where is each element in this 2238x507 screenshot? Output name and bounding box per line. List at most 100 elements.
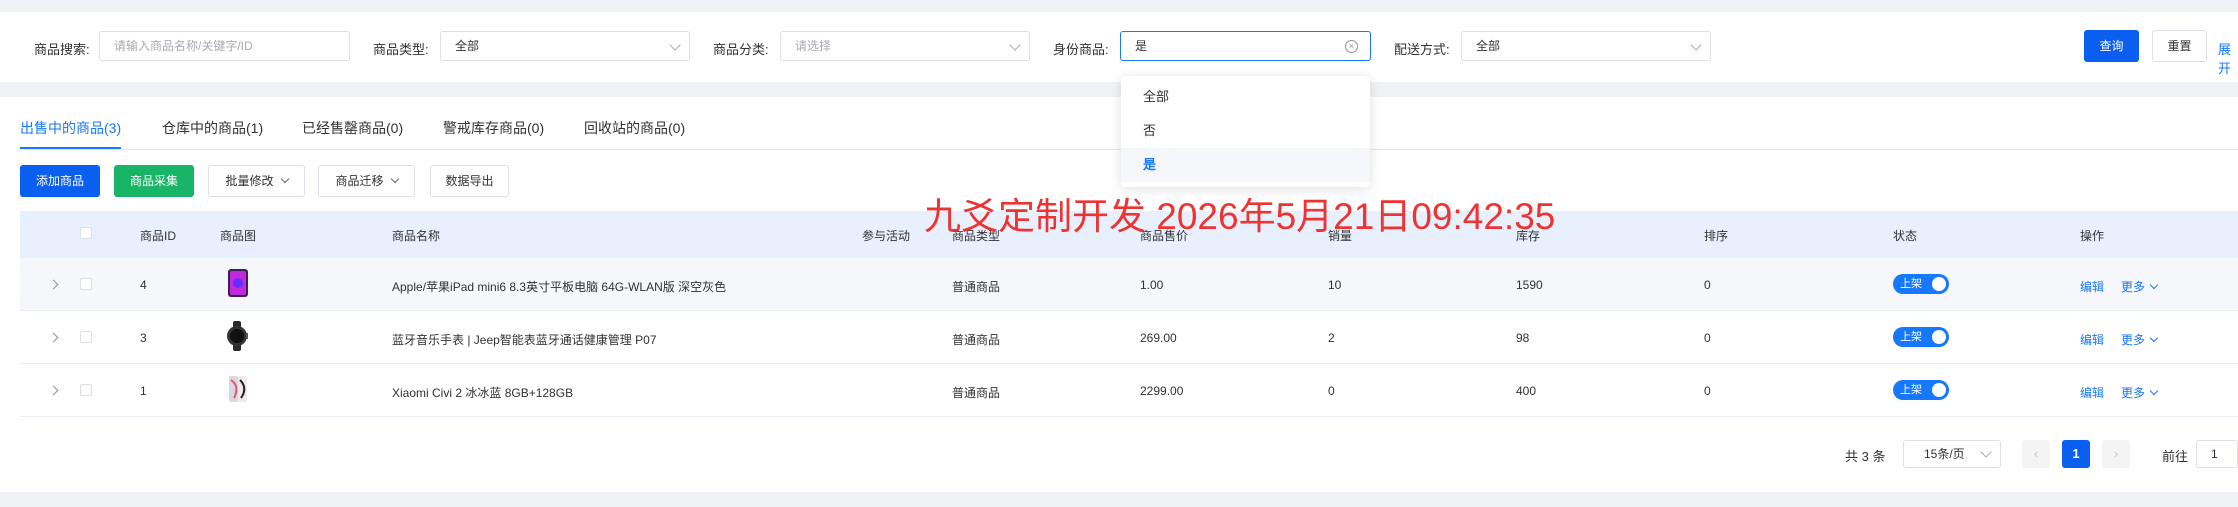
- status-toggle[interactable]: 上架: [1893, 327, 1949, 347]
- tab-recycle-bin[interactable]: 回收站的商品(0): [584, 118, 685, 138]
- goods-price: 1.00: [1140, 278, 1164, 292]
- goods-sales: 10: [1328, 278, 1342, 292]
- batch-edit-label: 批量修改: [225, 174, 274, 188]
- dropdown-option-all[interactable]: 全部: [1121, 80, 1370, 114]
- expand-link[interactable]: 展开: [2218, 39, 2238, 77]
- tab-sold-out[interactable]: 已经售罄商品(0): [302, 118, 403, 138]
- edit-link[interactable]: 编辑: [2080, 384, 2104, 401]
- goods-sales: 2: [1328, 331, 1335, 345]
- status-toggle[interactable]: 上架: [1893, 380, 1949, 400]
- category-select[interactable]: 请选择: [780, 31, 1030, 61]
- column-header: 操作: [2080, 229, 2105, 243]
- goods-type: 普通商品: [952, 333, 1001, 347]
- goods-id: 1: [140, 384, 147, 398]
- row-checkbox[interactable]: [80, 384, 92, 396]
- type-label: 商品类型:: [373, 42, 429, 57]
- column-header: 商品图: [220, 229, 257, 243]
- tab-on-sale[interactable]: 出售中的商品(3): [20, 118, 121, 138]
- status-toggle[interactable]: 上架: [1893, 274, 1949, 294]
- more-label: 更多: [2121, 280, 2146, 294]
- page-number-button[interactable]: 1: [2062, 440, 2090, 468]
- more-dropdown[interactable]: 更多: [2121, 278, 2159, 295]
- goods-name: Xiaomi Civi 2 冰冰蓝 8GB+128GB: [392, 386, 574, 400]
- chevron-down-icon: [1980, 446, 1992, 458]
- row-checkbox[interactable]: [80, 278, 92, 290]
- page-size-value: 15条/页: [1924, 447, 1965, 461]
- keyword-input[interactable]: 请输入商品名称/关键字/ID: [99, 31, 350, 61]
- tab-active-indicator: [20, 147, 121, 149]
- clear-icon[interactable]: ×: [1345, 40, 1358, 53]
- goods-price: 2299.00: [1140, 384, 1184, 398]
- column-header: 商品名称: [392, 229, 441, 243]
- chevron-down-icon: [2149, 333, 2159, 343]
- chevron-down-icon: [2149, 280, 2159, 290]
- more-label: 更多: [2121, 386, 2146, 400]
- chevron-down-icon: [1690, 39, 1702, 51]
- chevron-down-icon: [390, 174, 399, 184]
- goods-id: 3: [140, 331, 147, 345]
- identity-select-value: 是: [1135, 39, 1148, 53]
- goods-name: 蓝牙音乐手表 | Jeep智能表蓝牙通话健康管理 P07: [392, 333, 657, 347]
- goods-sort: 0: [1704, 278, 1711, 292]
- identity-select[interactable]: 是 ×: [1120, 31, 1371, 61]
- more-dropdown[interactable]: 更多: [2121, 331, 2159, 348]
- next-page-button[interactable]: ›: [2102, 440, 2130, 468]
- migrate-goods-label: 商品迁移: [335, 174, 384, 188]
- goods-sales: 0: [1328, 384, 1335, 398]
- column-header: 状态: [1893, 229, 1918, 243]
- goods-image: [229, 376, 247, 402]
- delivery-select[interactable]: 全部: [1461, 31, 1711, 61]
- query-button[interactable]: 查询: [2084, 30, 2139, 62]
- goods-sort: 0: [1704, 331, 1711, 345]
- goods-image: [228, 269, 248, 297]
- collect-goods-button[interactable]: 商品采集: [114, 165, 194, 197]
- goods-type: 普通商品: [952, 280, 1001, 294]
- goods-price: 269.00: [1140, 331, 1177, 345]
- goto-label: 前往: [2162, 449, 2189, 464]
- reset-button[interactable]: 重置: [2152, 30, 2207, 62]
- keyword-label: 商品搜索:: [34, 42, 90, 57]
- goods-image: [227, 321, 248, 351]
- prev-page-button[interactable]: ‹: [2022, 440, 2050, 468]
- dropdown-option-no[interactable]: 否: [1121, 114, 1370, 148]
- edit-link[interactable]: 编辑: [2080, 278, 2104, 295]
- export-data-button[interactable]: 数据导出: [430, 165, 509, 197]
- watermark-text: 九爻定制开发 2026年5月21日09:42:35: [924, 196, 1556, 237]
- delivery-label: 配送方式:: [1394, 42, 1450, 57]
- column-header: 商品ID: [140, 229, 177, 243]
- more-dropdown[interactable]: 更多: [2121, 384, 2159, 401]
- goods-id: 4: [140, 278, 147, 292]
- edit-link[interactable]: 编辑: [2080, 331, 2104, 348]
- goods-sort: 0: [1704, 384, 1711, 398]
- delivery-select-value: 全部: [1476, 39, 1501, 53]
- tab-warehouse[interactable]: 仓库中的商品(1): [162, 118, 263, 138]
- chevron-down-icon: [280, 174, 289, 184]
- tab-stock-alert[interactable]: 警戒库存商品(0): [443, 118, 544, 138]
- goods-type: 普通商品: [952, 386, 1001, 400]
- dropdown-option-yes[interactable]: 是: [1121, 148, 1370, 182]
- chevron-down-icon: [669, 39, 681, 51]
- identity-label: 身份商品:: [1053, 42, 1109, 57]
- more-label: 更多: [2121, 333, 2146, 347]
- pagination-total: 共 3 条: [1845, 449, 1886, 464]
- type-select[interactable]: 全部: [440, 31, 690, 61]
- column-header: 参与活动: [862, 229, 911, 243]
- select-all-checkbox[interactable]: [80, 227, 92, 239]
- type-select-value: 全部: [455, 39, 480, 53]
- add-goods-button[interactable]: 添加商品: [20, 165, 100, 197]
- category-select-placeholder: 请选择: [795, 39, 832, 53]
- identity-dropdown: 全部 否 是: [1121, 76, 1370, 187]
- category-label: 商品分类:: [713, 42, 769, 57]
- chevron-down-icon: [2149, 386, 2159, 396]
- goto-page-input[interactable]: 1: [2196, 440, 2238, 468]
- goods-name: Apple/苹果iPad mini6 8.3英寸平板电脑 64G-WLAN版 深…: [392, 280, 727, 294]
- row-checkbox[interactable]: [80, 331, 92, 343]
- migrate-goods-button[interactable]: 商品迁移: [318, 165, 415, 197]
- goods-stock: 98: [1516, 331, 1530, 345]
- chevron-down-icon: [1009, 39, 1021, 51]
- goods-stock: 400: [1516, 384, 1537, 398]
- goods-stock: 1590: [1516, 278, 1543, 292]
- page-size-select[interactable]: 15条/页: [1903, 440, 2001, 468]
- batch-edit-button[interactable]: 批量修改: [208, 165, 305, 197]
- column-header: 排序: [1704, 229, 1729, 243]
